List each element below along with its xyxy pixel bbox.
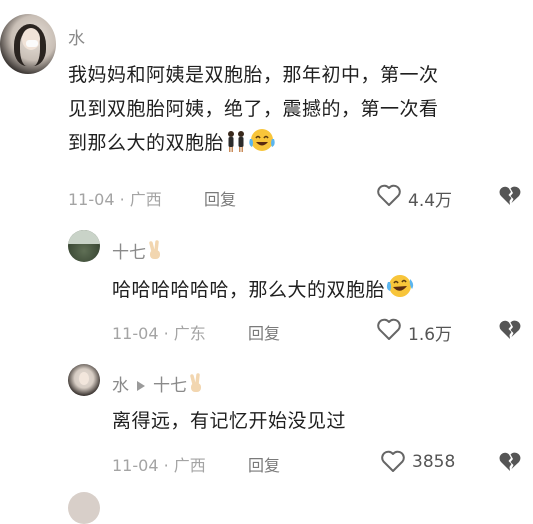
heart-outline-icon[interactable] [380, 449, 406, 473]
heart-outline-icon[interactable] [376, 183, 402, 207]
avatar-mask [26, 40, 38, 47]
comment-username-from: 水 [112, 376, 129, 396]
reply-button[interactable]: 回复 [248, 452, 280, 476]
twins-emoji [224, 129, 248, 164]
comment-meta: 11-04 · 广西 [68, 190, 162, 209]
like-count: 4.4万 [408, 191, 453, 211]
laughing-crying-emoji [385, 272, 415, 311]
broken-heart-icon[interactable] [498, 449, 522, 473]
laughing-crying-emoji [248, 127, 276, 164]
reply-button[interactable]: 回复 [204, 186, 236, 210]
avatar-sky [68, 230, 100, 245]
comment-username[interactable]: 十七 [112, 238, 166, 267]
comment-username-to: 十七 [153, 376, 187, 396]
like-count: 3858 [412, 452, 456, 472]
victory-hand-emoji [146, 240, 166, 267]
victory-hand-emoji [187, 373, 207, 400]
avatar[interactable] [68, 364, 100, 396]
avatar-face [79, 372, 89, 385]
comment-text-line: 到那么大的双胞胎 [68, 126, 518, 164]
avatar[interactable] [0, 14, 56, 74]
comment-text: 离得远，有记忆开始没见过 [112, 410, 347, 432]
comment-text-line: 见到双胞胎阿姨，绝了，震撼的，第一次看 [68, 98, 439, 120]
comment-text-segment: 哈哈哈哈哈哈，那么大的双胞胎 [112, 279, 386, 301]
reply-button[interactable]: 回复 [248, 320, 280, 344]
comment-username[interactable]: 水 [68, 24, 85, 49]
comment-text: 哈哈哈哈哈哈，那么大的双胞胎 [112, 272, 512, 311]
avatar[interactable] [68, 230, 100, 262]
comment-text-line: 我妈妈和阿姨是双胞胎，那年初中，第一次 [68, 64, 439, 86]
broken-heart-icon[interactable] [498, 317, 522, 341]
broken-heart-icon[interactable] [498, 183, 522, 207]
comment-text: 我妈妈和阿姨是双胞胎，那年初中，第一次 见到双胞胎阿姨，绝了，震撼的，第一次看 … [68, 58, 518, 164]
like-count: 1.6万 [408, 325, 453, 345]
heart-outline-icon[interactable] [376, 317, 402, 341]
avatar[interactable] [68, 492, 100, 524]
comment-meta: 11-04 · 广西 [112, 456, 206, 475]
comment-username-text: 十七 [112, 243, 146, 263]
reply-arrow-icon [137, 380, 145, 391]
reply-to-header[interactable]: 水 十七 [112, 371, 207, 400]
comment-meta: 11-04 · 广东 [112, 324, 206, 343]
comment-text-segment: 到那么大的双胞胎 [68, 132, 225, 154]
